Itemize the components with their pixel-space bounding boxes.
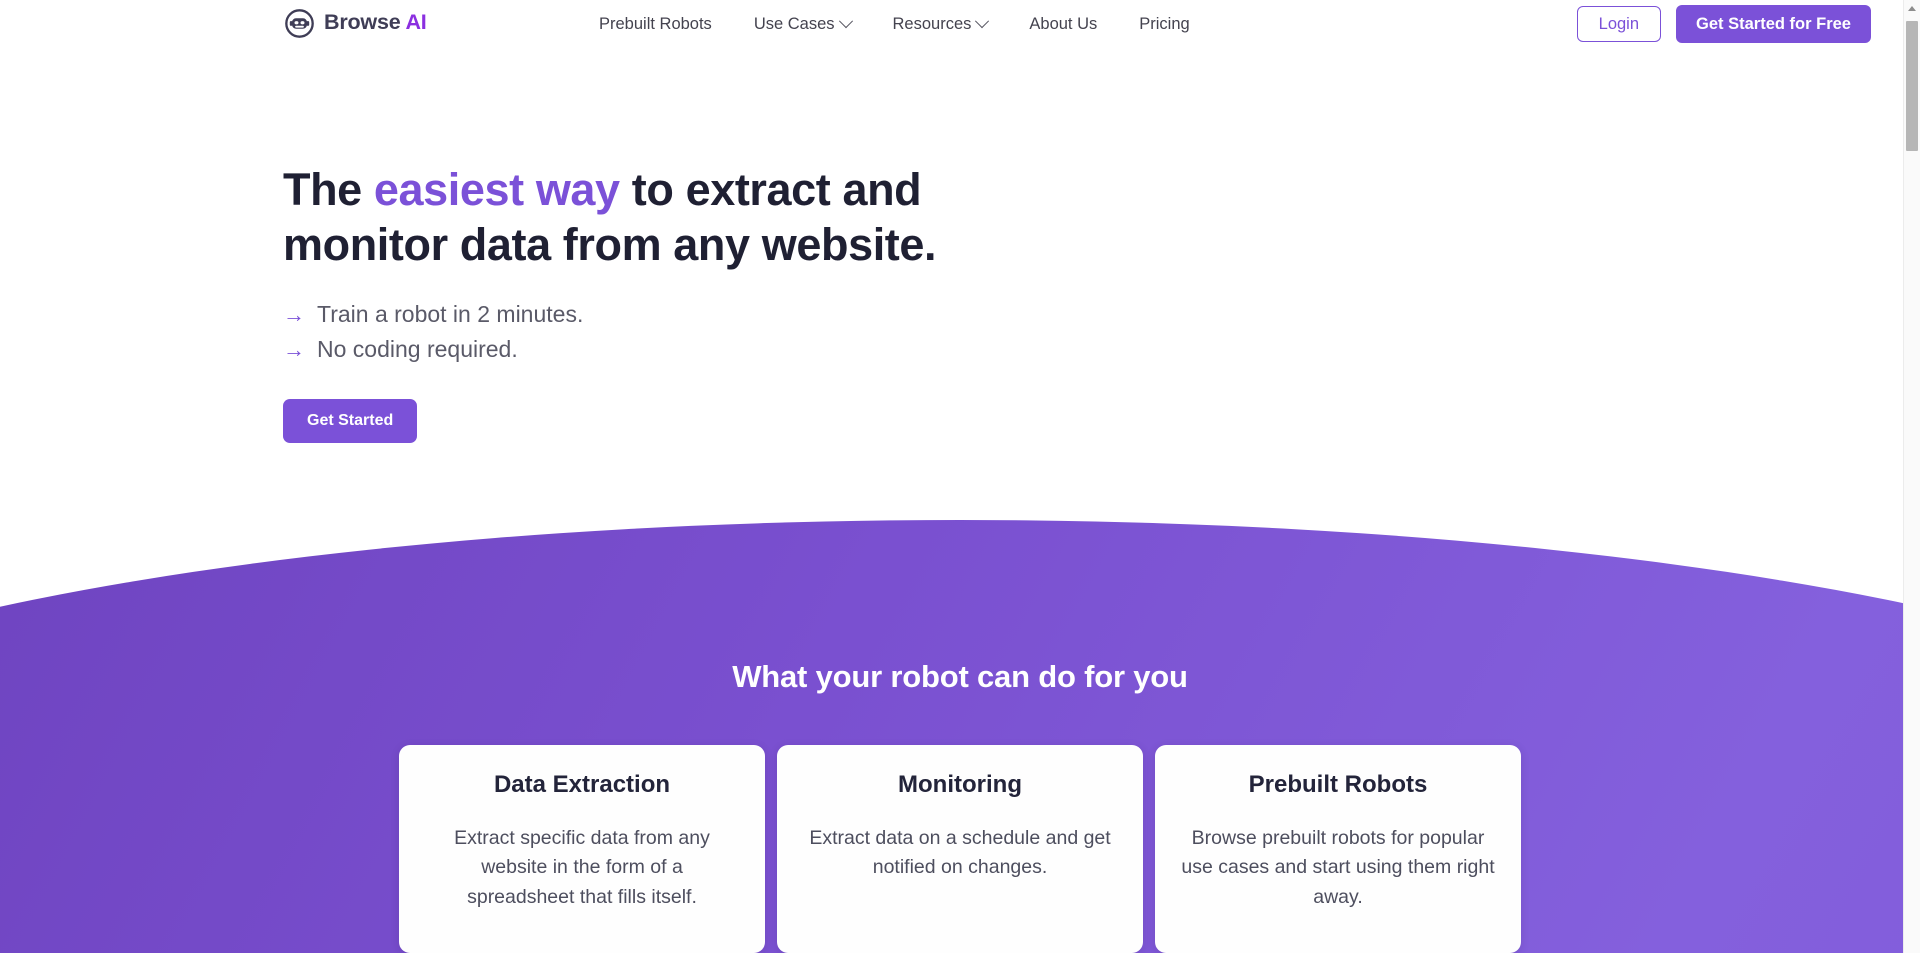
hero-get-started-button[interactable]: Get Started	[283, 399, 418, 444]
feature-card-list: Data Extraction Extract specific data fr…	[0, 745, 1920, 953]
robot-icon	[285, 8, 314, 38]
feature-card-title: Data Extraction	[493, 771, 671, 798]
feature-card-text: Extract specific data from any website i…	[454, 826, 710, 909]
hero-section: The easiest way to extract and monitor d…	[283, 163, 1043, 444]
nav-item-label: Pricing	[1139, 15, 1190, 33]
chevron-down-icon	[975, 14, 990, 29]
nav-action-buttons: Login Get Started for Free	[1576, 0, 1871, 48]
feature-card-monitoring[interactable]: Monitoring Extract data on a schedule an…	[777, 745, 1143, 953]
features-section-heading: What your robot can do for you	[732, 659, 1188, 694]
arrow-right-icon: →	[283, 337, 305, 363]
nav-item-label: About Us	[1029, 15, 1098, 33]
feature-card-title: Monitoring	[898, 771, 1022, 798]
hero-headline: The easiest way to extract and monitor d…	[283, 163, 1043, 273]
feature-card-title: Prebuilt Robots	[1248, 771, 1428, 798]
scroll-up-arrow-icon[interactable]	[1904, 0, 1920, 17]
hero-headline-accent: easiest way	[373, 164, 620, 215]
feature-card-text: Extract data on a schedule and get notif…	[809, 826, 1111, 879]
hero-bullet-list: → Train a robot in 2 minutes. → No codin…	[283, 298, 1043, 367]
hero-bullet-text: No coding required.	[317, 336, 518, 363]
hero-bullet-item: → Train a robot in 2 minutes.	[283, 298, 1043, 331]
brand-logo-text-accent: AI	[405, 10, 427, 35]
nav-item-pricing[interactable]: Pricing	[1118, 0, 1210, 48]
hero-headline-part1: The	[283, 164, 374, 215]
brand-logo-text: Browse AI	[324, 12, 427, 34]
arrow-right-icon: →	[283, 301, 305, 327]
nav-item-about-us[interactable]: About Us	[1008, 0, 1118, 48]
nav-item-label: Prebuilt Robots	[599, 15, 712, 33]
hero-bullet-text: Train a robot in 2 minutes.	[317, 300, 584, 327]
scrollbar-thumb[interactable]	[1906, 21, 1918, 151]
feature-card-data-extraction[interactable]: Data Extraction Extract specific data fr…	[399, 745, 765, 953]
login-button[interactable]: Login	[1576, 5, 1662, 43]
primary-nav-links: Prebuilt Robots Use Cases Resources Abou…	[578, 0, 1211, 48]
page-root: Browse AI Prebuilt Robots Use Cases Reso…	[0, 0, 1920, 953]
get-started-for-free-button[interactable]: Get Started for Free	[1676, 4, 1871, 44]
nav-item-resources[interactable]: Resources	[872, 0, 1009, 48]
hero-bullet-item: → No coding required.	[283, 333, 1043, 366]
nav-item-prebuilt-robots[interactable]: Prebuilt Robots	[578, 0, 733, 48]
vertical-scrollbar[interactable]	[1903, 0, 1920, 953]
brand-logo-text-main: Browse	[324, 10, 401, 35]
nav-item-use-cases[interactable]: Use Cases	[733, 0, 872, 48]
nav-item-label: Resources	[892, 15, 972, 33]
brand-logo[interactable]: Browse AI	[284, 1, 427, 45]
chevron-down-icon	[838, 14, 853, 29]
feature-card-prebuilt-robots[interactable]: Prebuilt Robots Browse prebuilt robots f…	[1155, 745, 1521, 953]
nav-item-label: Use Cases	[753, 15, 835, 33]
top-navigation-bar: Browse AI Prebuilt Robots Use Cases Reso…	[0, 0, 1920, 48]
feature-card-text: Browse prebuilt robots for popular use c…	[1181, 826, 1495, 909]
